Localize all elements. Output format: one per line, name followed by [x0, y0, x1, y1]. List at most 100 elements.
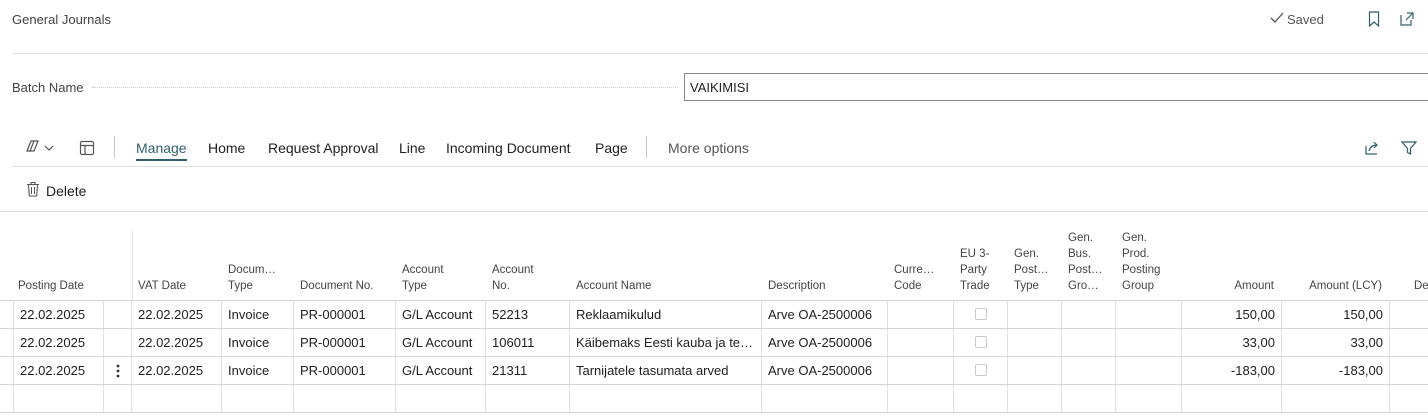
cell-trailing[interactable] — [1390, 301, 1428, 328]
cell-gen-post-type[interactable] — [1008, 385, 1062, 412]
cell-gen-bus-posting-group[interactable] — [1062, 357, 1116, 384]
cell-amount[interactable]: 150,00 — [1182, 301, 1282, 328]
tab-incoming-document[interactable]: Incoming Document — [446, 140, 571, 156]
show-details-icon[interactable] — [79, 138, 95, 158]
header-account-name[interactable]: Account Name — [576, 230, 762, 300]
cell-gen-post-type[interactable] — [1008, 301, 1062, 328]
share-icon[interactable] — [1364, 138, 1380, 158]
cell-vat-date[interactable] — [132, 385, 222, 412]
cell-eu-3-party-trade[interactable] — [954, 385, 1008, 412]
cell-trailing[interactable] — [1390, 357, 1428, 384]
cell-account-type[interactable] — [396, 385, 486, 412]
cell-eu-3-party-trade[interactable] — [954, 301, 1008, 328]
header-gen-post-type[interactable]: Gen. Post… Type — [1014, 230, 1062, 300]
cell-account-no[interactable]: 21311 — [486, 357, 570, 384]
header-account-no[interactable]: Account No. — [492, 230, 570, 300]
cell-document-type[interactable]: Invoice — [222, 329, 294, 356]
cell-gen-bus-posting-group[interactable] — [1062, 301, 1116, 328]
row-menu[interactable] — [104, 301, 132, 328]
tab-request-approval[interactable]: Request Approval — [268, 140, 379, 156]
cell-description[interactable]: Arve OA-2500006 — [762, 301, 888, 328]
more-vertical-icon[interactable] — [116, 364, 120, 382]
row-menu[interactable] — [104, 385, 132, 412]
tab-home[interactable]: Home — [208, 140, 245, 156]
cell-gen-prod-posting-group[interactable] — [1116, 301, 1182, 328]
cell-amount-lcy[interactable]: 33,00 — [1282, 329, 1390, 356]
tab-line[interactable]: Line — [399, 140, 425, 156]
cell-description[interactable]: Arve OA-2500006 — [762, 329, 888, 356]
cell-document-no[interactable] — [294, 385, 396, 412]
header-vat-date[interactable]: VAT Date — [138, 230, 222, 300]
cell-amount[interactable]: 33,00 — [1182, 329, 1282, 356]
cell-currency-code[interactable] — [888, 301, 954, 328]
cell[interactable] — [0, 385, 14, 412]
delete-button[interactable]: Delete — [26, 181, 86, 200]
checkbox[interactable] — [974, 336, 987, 348]
cell-amount-lcy[interactable] — [1282, 385, 1390, 412]
table-row-empty[interactable] — [0, 384, 1428, 412]
cell-eu-3-party-trade[interactable] — [954, 329, 1008, 356]
cell[interactable] — [0, 357, 14, 384]
header-currency-code[interactable]: Curre… Code — [894, 230, 952, 300]
cell-account-type[interactable]: G/L Account — [396, 329, 486, 356]
table-row[interactable]: 22.02.2025 22.02.2025 Invoice PR-000001 G/L … — [0, 328, 1428, 356]
copilot-dropdown-button[interactable] — [24, 138, 54, 158]
cell-trailing[interactable] — [1390, 329, 1428, 356]
cell-document-no[interactable]: PR-000001 — [294, 357, 396, 384]
cell-currency-code[interactable] — [888, 385, 954, 412]
cell-gen-prod-posting-group[interactable] — [1116, 385, 1182, 412]
cell-amount[interactable] — [1182, 385, 1282, 412]
header-gen-prod-posting-group[interactable]: Gen. Prod. Posting Group — [1122, 230, 1180, 300]
cell-currency-code[interactable] — [888, 357, 954, 384]
cell-account-name[interactable] — [570, 385, 762, 412]
cell-gen-prod-posting-group[interactable] — [1116, 329, 1182, 356]
cell-gen-post-type[interactable] — [1008, 329, 1062, 356]
cell-trailing[interactable] — [1390, 385, 1428, 412]
header-amount-lcy[interactable]: Amount (LCY) — [1292, 230, 1382, 300]
open-new-window-icon[interactable] — [1398, 10, 1416, 28]
cell-currency-code[interactable] — [888, 329, 954, 356]
cell-gen-bus-posting-group[interactable] — [1062, 385, 1116, 412]
row-menu[interactable] — [104, 357, 132, 384]
header-document-type[interactable]: Docum… Type — [228, 230, 290, 300]
more-options-button[interactable]: More options — [668, 140, 749, 156]
cell-account-no[interactable]: 52213 — [486, 301, 570, 328]
row-menu[interactable] — [104, 329, 132, 356]
cell-account-no[interactable]: 106011 — [486, 329, 570, 356]
checkbox[interactable] — [974, 364, 987, 376]
header-amount[interactable]: Amount — [1184, 230, 1274, 300]
header-description-truncated[interactable]: De — [1414, 230, 1428, 300]
tab-page[interactable]: Page — [595, 140, 628, 156]
header-document-no[interactable]: Document No. — [300, 230, 396, 300]
cell-amount[interactable]: -183,00 — [1182, 357, 1282, 384]
cell-vat-date[interactable]: 22.02.2025 — [132, 357, 222, 384]
header-eu-3-party-trade[interactable]: EU 3- Party Trade — [960, 230, 1008, 300]
header-gen-bus-posting-group[interactable]: Gen. Bus. Post… Gro… — [1068, 230, 1116, 300]
header-description[interactable]: Description — [768, 230, 886, 300]
table-row[interactable]: 22.02.2025 22.02.2025 Invoice PR-000001 G/L … — [0, 356, 1428, 384]
cell-posting-date[interactable] — [14, 385, 104, 412]
cell-document-type[interactable] — [222, 385, 294, 412]
table-row[interactable]: 22.02.2025 22.02.2025 Invoice PR-000001 G/L … — [0, 300, 1428, 328]
cell-account-no[interactable] — [486, 385, 570, 412]
cell-account-name[interactable]: Käibemaks Eesti kauba ja te… — [570, 329, 762, 356]
cell-amount-lcy[interactable]: 150,00 — [1282, 301, 1390, 328]
cell-amount-lcy[interactable]: -183,00 — [1282, 357, 1390, 384]
checkbox[interactable] — [974, 308, 987, 320]
cell-document-no[interactable]: PR-000001 — [294, 301, 396, 328]
cell-posting-date[interactable]: 22.02.2025 — [14, 357, 104, 384]
filter-icon[interactable] — [1401, 138, 1417, 158]
cell[interactable] — [0, 329, 14, 356]
cell-vat-date[interactable]: 22.02.2025 — [132, 329, 222, 356]
bookmark-icon[interactable] — [1365, 10, 1383, 28]
cell-description[interactable] — [762, 385, 888, 412]
tab-manage[interactable]: Manage — [136, 140, 187, 161]
cell-account-type[interactable]: G/L Account — [396, 357, 486, 384]
cell-posting-date[interactable]: 22.02.2025 — [14, 301, 104, 328]
cell-description[interactable]: Arve OA-2500006 — [762, 357, 888, 384]
header-posting-date[interactable]: Posting Date — [18, 230, 118, 300]
cell-gen-prod-posting-group[interactable] — [1116, 357, 1182, 384]
cell-gen-post-type[interactable] — [1008, 357, 1062, 384]
batch-name-input[interactable] — [684, 73, 1428, 101]
cell-posting-date[interactable]: 22.02.2025 — [14, 329, 104, 356]
